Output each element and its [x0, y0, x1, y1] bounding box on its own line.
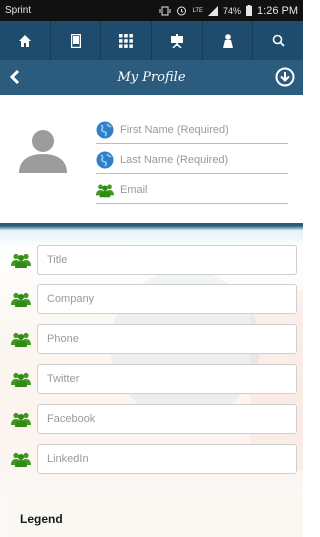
phone-input[interactable]: Phone — [37, 324, 297, 354]
globe-icon — [96, 121, 114, 139]
legend-title: Legend — [20, 512, 63, 526]
people-icon — [96, 184, 114, 198]
section-divider — [0, 223, 303, 230]
people-icon — [11, 332, 31, 347]
page-title: My Profile — [117, 70, 186, 85]
alarm-icon — [177, 6, 187, 16]
nav-search-button[interactable] — [253, 21, 303, 60]
nav-phone-button[interactable] — [51, 21, 102, 60]
people-icon — [11, 253, 31, 268]
nav-home-button[interactable] — [0, 21, 51, 60]
details-form: Title Company Phone Twitter Facebook Lin… — [0, 230, 303, 537]
network-type: LTE — [192, 7, 204, 14]
phone-row: Phone — [11, 324, 298, 354]
people-icon — [11, 452, 31, 467]
status-icons: LTE 74% 1:26 PM — [159, 5, 298, 17]
legend-section: Legend — [10, 493, 303, 537]
linkedin-input[interactable]: LinkedIn — [37, 444, 297, 474]
people-icon — [11, 372, 31, 387]
top-nav-bar — [0, 21, 303, 60]
nav-grid-button[interactable] — [101, 21, 153, 60]
person-icon — [222, 33, 233, 48]
avatar[interactable] — [19, 129, 67, 178]
last-name-placeholder: Last Name (Required) — [120, 154, 229, 166]
status-bar: Sprint LTE 74% 1:26 PM — [0, 0, 303, 21]
first-name-placeholder: First Name (Required) — [120, 124, 229, 136]
email-field[interactable]: Email — [96, 177, 288, 204]
download-button[interactable] — [275, 67, 295, 92]
download-circle-icon — [275, 67, 295, 87]
nav-presentation-button[interactable] — [152, 21, 203, 60]
twitter-row: Twitter — [11, 364, 298, 394]
signal-icon — [208, 5, 219, 16]
people-icon — [11, 412, 31, 427]
twitter-input[interactable]: Twitter — [37, 364, 297, 394]
header-bar: My Profile — [0, 60, 303, 95]
first-name-field[interactable]: First Name (Required) — [96, 117, 288, 144]
clock: 1:26 PM — [257, 4, 298, 17]
last-name-field[interactable]: Last Name (Required) — [96, 147, 288, 174]
carrier-label: Sprint — [5, 5, 32, 16]
facebook-input[interactable]: Facebook — [37, 404, 297, 434]
battery-icon — [246, 5, 253, 16]
email-placeholder: Email — [120, 184, 148, 196]
search-icon — [272, 34, 285, 47]
profile-card: First Name (Required) Last Name (Require… — [0, 95, 303, 223]
company-input[interactable]: Company — [37, 284, 297, 314]
title-row: Title — [11, 245, 298, 275]
title-input[interactable]: Title — [37, 245, 297, 275]
mute-vibrate-icon — [159, 6, 171, 15]
nav-person-button[interactable] — [203, 21, 254, 60]
battery-percent: 74% — [223, 5, 242, 16]
facebook-row: Facebook — [11, 404, 298, 434]
back-button[interactable] — [9, 69, 20, 90]
people-icon — [11, 292, 31, 307]
chevron-left-icon — [9, 69, 20, 85]
globe-icon — [96, 151, 114, 169]
linkedin-row: LinkedIn — [11, 444, 298, 474]
company-row: Company — [11, 284, 298, 314]
phone-icon — [70, 33, 81, 48]
home-icon — [18, 34, 31, 47]
presentation-icon — [170, 33, 183, 48]
user-placeholder-icon — [19, 130, 67, 173]
grid-icon — [119, 33, 134, 48]
